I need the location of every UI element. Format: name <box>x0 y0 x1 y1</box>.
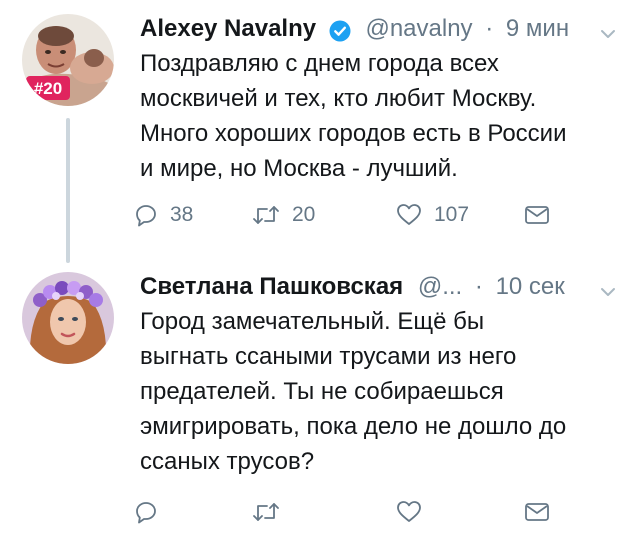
avatar-image: #20 <box>22 14 114 106</box>
tweet-text: Город замечательный. Ещё бы выгнать ссан… <box>140 308 567 475</box>
retweet-count: 20 <box>292 203 316 226</box>
retweet-icon <box>253 206 279 224</box>
like-button[interactable] <box>396 496 422 528</box>
verified-badge-icon <box>329 18 351 42</box>
retweet-icon <box>253 503 279 521</box>
tweet-actions: 38 20 107 <box>134 199 614 231</box>
avatar-image <box>22 272 114 364</box>
tweet-reply[interactable]: Светлана Пашковская @... · 10 сек Город … <box>0 258 640 545</box>
separator-dot: · <box>485 15 494 42</box>
direct-message-icon <box>525 503 549 521</box>
tweet-text: Поздравляю с днем города всех москвичей … <box>140 50 567 182</box>
like-button[interactable]: 107 <box>396 199 469 231</box>
timestamp[interactable]: 10 сек <box>496 270 565 304</box>
tweet-header: Alexey Navalny @navalny · 9 мин <box>140 12 618 46</box>
avatar-badge: #20 <box>26 76 70 100</box>
like-icon <box>397 204 421 225</box>
avatar[interactable] <box>22 272 114 364</box>
direct-message-button[interactable] <box>524 496 550 528</box>
direct-message-button[interactable] <box>524 199 550 231</box>
thread-connector <box>66 118 70 263</box>
reply-icon <box>136 205 156 227</box>
retweet-button[interactable] <box>252 496 280 528</box>
tweet-header: Светлана Пашковская @... · 10 сек <box>140 270 618 304</box>
chevron-down-icon[interactable] <box>598 20 618 40</box>
tweet-actions <box>134 496 614 528</box>
reply-count: 38 <box>170 203 194 226</box>
like-icon <box>397 501 421 522</box>
separator-dot: · <box>474 273 483 300</box>
retweet-button[interactable]: 20 <box>252 199 315 231</box>
like-count: 107 <box>434 203 470 226</box>
tweet-navalny[interactable]: #20 Alexey Navalny @navalny · 9 мин Позд… <box>0 0 640 263</box>
author-handle[interactable]: @navalny <box>365 12 472 46</box>
reply-icon <box>136 502 156 524</box>
reply-button[interactable] <box>134 496 158 528</box>
author-name[interactable]: Alexey Navalny <box>140 12 316 46</box>
author-handle[interactable]: @... <box>418 270 462 304</box>
avatar[interactable]: #20 <box>22 14 114 106</box>
chevron-down-icon[interactable] <box>598 278 618 298</box>
svg-text:#20: #20 <box>34 79 62 98</box>
direct-message-icon <box>525 206 549 224</box>
author-name[interactable]: Светлана Пашковская <box>140 270 403 304</box>
timestamp[interactable]: 9 мин <box>506 12 569 46</box>
reply-button[interactable]: 38 <box>134 199 193 231</box>
